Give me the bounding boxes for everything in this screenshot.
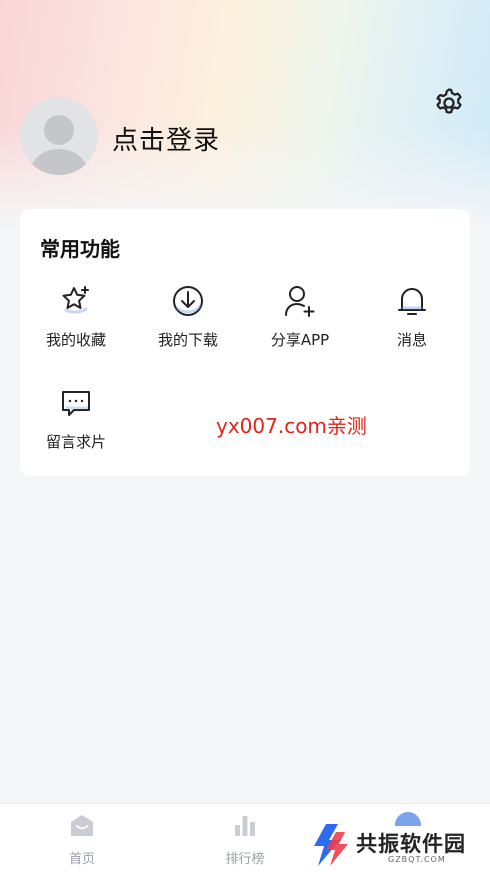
watermark-text: yx007.com亲测 xyxy=(216,414,367,438)
tab-label: 首页 xyxy=(68,852,95,867)
function-label: 我的下载 xyxy=(157,331,218,349)
brand-name: 共振软件园 xyxy=(356,832,466,856)
common-functions-card: 常用功能 我的收藏 我的下载 分享APP 消息 留言求片 yx007.com亲测 xyxy=(20,209,470,476)
brand-sub: GZBQT.COM xyxy=(388,855,446,864)
brand-watermark: 共振软件园 GZBQT.COM xyxy=(312,822,482,870)
function-label: 消息 xyxy=(396,331,427,349)
bar-chart-icon xyxy=(235,816,255,836)
brand-logo-icon xyxy=(314,824,348,866)
settings-gear-icon[interactable] xyxy=(432,86,466,120)
function-label: 留言求片 xyxy=(45,433,106,451)
avatar[interactable] xyxy=(20,97,98,175)
function-messages[interactable]: 消息 xyxy=(356,283,468,350)
star-icon xyxy=(62,286,89,314)
tab-home[interactable]: 首页 xyxy=(37,812,127,867)
bell-icon xyxy=(398,288,426,315)
function-label: 我的收藏 xyxy=(45,331,106,349)
function-favorites[interactable]: 我的收藏 xyxy=(20,283,132,350)
home-icon xyxy=(71,815,93,836)
default-avatar-icon xyxy=(31,115,87,175)
tab-label: 排行榜 xyxy=(225,852,265,867)
tab-ranking[interactable]: 排行榜 xyxy=(200,812,290,867)
card-title: 常用功能 xyxy=(40,237,120,261)
function-label: 分享APP xyxy=(270,331,330,349)
message-icon xyxy=(62,391,90,416)
download-icon xyxy=(173,286,203,316)
function-share-app[interactable]: 分享APP xyxy=(244,283,356,350)
function-request-movie[interactable]: 留言求片 xyxy=(20,385,132,452)
add-user-icon xyxy=(285,286,315,317)
function-downloads[interactable]: 我的下载 xyxy=(132,283,244,350)
login-link[interactable]: 点击登录 xyxy=(112,120,220,157)
